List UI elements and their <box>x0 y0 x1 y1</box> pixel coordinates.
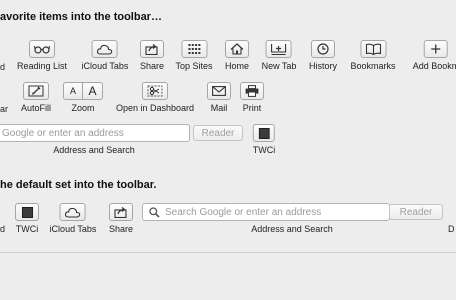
open-in-dashboard-item[interactable]: Open in Dashboard <box>116 82 194 114</box>
address-placeholder: Google or enter an address <box>2 127 124 139</box>
glasses-icon <box>28 40 55 58</box>
add-bookmark-item[interactable]: Add Bookm <box>413 40 456 72</box>
square-icon <box>253 124 275 142</box>
clock-icon <box>310 40 335 58</box>
envelope-icon <box>207 82 231 100</box>
address-and-search-caption: Address and Search <box>53 145 135 155</box>
customize-toolbar-sheet: avorite items into the toolbar… d Readin… <box>0 0 456 300</box>
item-label: Top Sites <box>175 61 213 71</box>
item-label: AutoFill <box>20 103 52 113</box>
magnifier-icon <box>149 206 160 218</box>
share-item[interactable]: Share <box>140 40 164 72</box>
address-search-field[interactable]: Google or enter an address <box>0 124 190 142</box>
item-label: Open in Dashboard <box>115 103 195 113</box>
item-label: Bookmarks <box>350 61 396 71</box>
item-label: iCloud Tabs <box>81 61 129 71</box>
pencil-icon <box>22 82 49 100</box>
twci-item[interactable]: TWCi <box>252 124 276 156</box>
autofill-item[interactable]: AutoFill <box>21 82 51 114</box>
cloud-icon <box>60 203 86 221</box>
bookmarks-item[interactable]: Bookmarks <box>350 40 396 72</box>
big-a: A <box>88 84 97 98</box>
small-a: A <box>69 86 76 96</box>
item-label: Home <box>224 61 250 71</box>
grid-icon <box>181 40 207 58</box>
mail-item[interactable]: Mail <box>207 82 231 114</box>
item-label: Share <box>139 61 165 71</box>
history-item[interactable]: History <box>309 40 337 72</box>
zoom-out-button[interactable]: A <box>63 82 83 100</box>
book-icon <box>359 40 386 58</box>
default-icloud-tabs-item[interactable]: iCloud Tabs <box>49 203 97 235</box>
zoom-item[interactable]: A A Zoom <box>63 82 103 114</box>
new-tab-item[interactable]: New Tab <box>261 40 297 72</box>
share-icon <box>140 40 164 58</box>
reader-button[interactable]: Reader <box>193 125 243 141</box>
text-size-icon: A A <box>63 82 103 100</box>
item-label: Zoom <box>71 103 95 113</box>
reading-list-item[interactable]: Reading List <box>17 40 67 72</box>
default-share-item[interactable]: Share <box>109 203 133 235</box>
printer-icon <box>240 82 264 100</box>
house-icon <box>224 40 249 58</box>
cut-off-label: ar <box>0 104 9 114</box>
icloud-tabs-item[interactable]: iCloud Tabs <box>81 40 129 72</box>
square-icon <box>15 203 39 221</box>
item-label: TWCi <box>252 145 276 155</box>
item-label: Add Bookm <box>412 61 456 71</box>
scissors-icon <box>142 82 168 100</box>
item-label: Mail <box>210 103 228 113</box>
item-label: Share <box>108 224 134 234</box>
home-item[interactable]: Home <box>224 40 250 72</box>
drag-items-heading: avorite items into the toolbar… <box>0 11 162 23</box>
item-label: iCloud Tabs <box>49 224 97 234</box>
default-reader-button[interactable]: Reader <box>389 204 443 220</box>
item-label: New Tab <box>261 61 297 71</box>
cut-off-label-right: D <box>448 224 455 234</box>
cloud-icon <box>92 40 118 58</box>
default-search-field[interactable]: Search Google or enter an address <box>142 203 390 221</box>
item-label: Print <box>242 103 262 113</box>
item-label: History <box>308 61 338 71</box>
top-sites-item[interactable]: Top Sites <box>175 40 213 72</box>
item-label: Reading List <box>16 61 68 71</box>
print-item[interactable]: Print <box>240 82 264 114</box>
cut-off-label: d <box>0 224 6 234</box>
default-address-and-search-caption: Address and Search <box>251 224 333 234</box>
item-label: TWCi <box>15 224 39 234</box>
zoom-in-button[interactable]: A <box>83 82 103 100</box>
cut-off-label: d <box>0 62 6 72</box>
divider <box>0 252 456 253</box>
new-tab-icon <box>265 40 292 58</box>
default-twci-item[interactable]: TWCi <box>15 203 39 235</box>
share-icon <box>109 203 133 221</box>
default-set-heading: he default set into the toolbar. <box>0 179 157 191</box>
search-placeholder: Search Google or enter an address <box>165 206 322 218</box>
plus-icon <box>424 40 448 58</box>
